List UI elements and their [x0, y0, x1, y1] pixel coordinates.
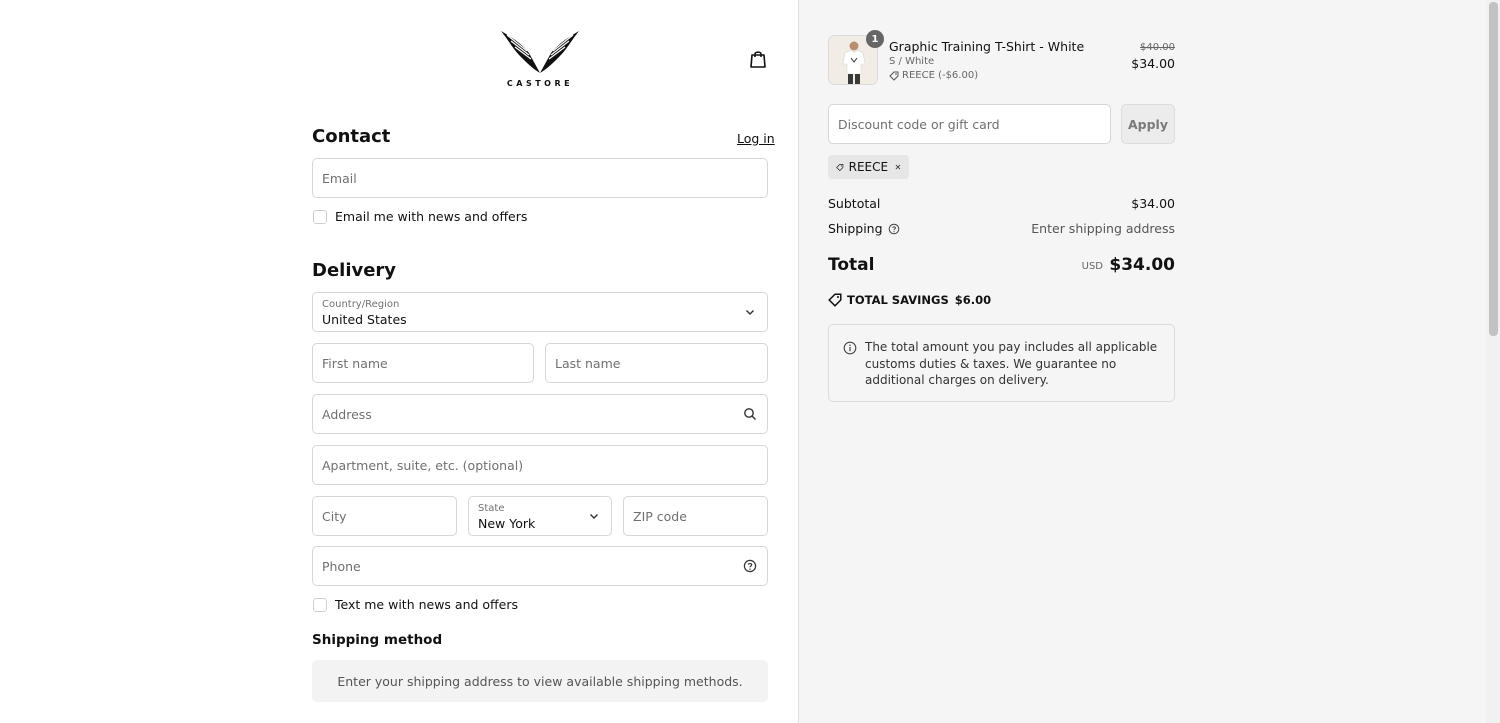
last-name-input[interactable] — [546, 344, 767, 382]
applied-discount-chip: REECE — [828, 155, 909, 179]
address-field[interactable] — [312, 394, 768, 434]
shipping-method-heading: Shipping method — [312, 632, 443, 648]
email-optin-checkbox[interactable] — [313, 209, 327, 224]
tag-icon — [836, 163, 844, 171]
shipping-value: Enter shipping address — [1031, 221, 1175, 236]
sms-optin-label: Text me with news and offers — [335, 597, 519, 612]
first-name-field[interactable] — [312, 343, 534, 383]
zip-input[interactable] — [624, 497, 767, 535]
email-optin-label: Email me with news and offers — [335, 209, 528, 224]
close-icon[interactable] — [895, 162, 901, 172]
chevron-down-icon — [590, 514, 598, 519]
checkout-form-panel: CASTORE Contact Log in Email me with new… — [0, 0, 798, 723]
chevron-down-icon — [746, 310, 754, 315]
sms-optin-row[interactable]: Text me with news and offers — [313, 597, 518, 612]
shipping-row-label: Shipping — [828, 221, 900, 236]
sms-optin-checkbox[interactable] — [313, 597, 327, 612]
subtotal-value: $34.00 — [1131, 196, 1175, 211]
subtotal-label: Subtotal — [828, 196, 881, 211]
product-title: Graphic Training T-Shirt - White — [889, 39, 1085, 54]
apartment-field[interactable] — [312, 445, 768, 485]
phone-field[interactable] — [312, 546, 768, 586]
castore-logo[interactable]: CASTORE — [499, 27, 581, 91]
tag-icon — [828, 293, 842, 307]
scrollbar-thumb[interactable] — [1489, 2, 1498, 336]
login-link[interactable]: Log in — [737, 131, 775, 146]
total-currency: USD — [1081, 261, 1103, 272]
phone-input[interactable] — [313, 547, 767, 585]
contact-heading: Contact — [312, 126, 391, 147]
state-label: State — [478, 503, 505, 514]
duties-notice-text: The total amount you pay includes all ap… — [865, 340, 1158, 387]
original-price: $40.00 — [1140, 42, 1175, 53]
country-label: Country/Region — [322, 299, 400, 310]
product-discount-label: REECE (-$6.00) — [902, 70, 979, 81]
info-icon — [843, 341, 857, 355]
last-name-field[interactable] — [545, 343, 768, 383]
shipping-label: Shipping — [828, 221, 883, 236]
help-circle-icon[interactable] — [743, 559, 757, 573]
state-select[interactable]: State New York — [468, 496, 612, 536]
applied-discount-code: REECE — [848, 160, 889, 174]
wings-logo-icon — [501, 31, 579, 73]
total-savings-label: TOTAL SAVINGS — [847, 293, 949, 307]
tag-icon — [889, 71, 899, 81]
bag-icon[interactable] — [749, 49, 767, 69]
country-select[interactable]: Country/Region United States — [312, 292, 768, 332]
duties-notice: The total amount you pay includes all ap… — [828, 324, 1175, 402]
shipping-method-notice: Enter your shipping address to view avai… — [312, 660, 768, 702]
email-field[interactable] — [312, 158, 768, 198]
first-name-input[interactable] — [313, 344, 533, 382]
item-price: $34.00 — [1131, 56, 1175, 71]
total-label: Total — [828, 255, 875, 275]
email-input[interactable] — [313, 159, 767, 197]
apply-button[interactable]: Apply — [1121, 104, 1175, 144]
discount-input[interactable] — [829, 105, 1110, 143]
help-circle-icon[interactable] — [888, 223, 900, 235]
city-field[interactable] — [312, 496, 457, 536]
apartment-input[interactable] — [313, 446, 767, 484]
total-savings-value: $6.00 — [954, 293, 992, 307]
product-discount: REECE (-$6.00) — [889, 70, 978, 81]
search-icon — [744, 408, 756, 420]
discount-field[interactable] — [828, 104, 1111, 144]
city-input[interactable] — [313, 497, 456, 535]
country-value: United States — [322, 312, 407, 327]
email-optin-row[interactable]: Email me with news and offers — [313, 209, 527, 224]
total-savings: TOTAL SAVINGS $6.00 — [828, 293, 991, 307]
brand-wordmark: CASTORE — [506, 79, 574, 88]
state-value: New York — [478, 516, 536, 531]
delivery-heading: Delivery — [312, 260, 397, 281]
zip-field[interactable] — [623, 496, 768, 536]
quantity-badge: 1 — [866, 30, 884, 48]
product-variant: S / White — [889, 56, 935, 67]
address-input[interactable] — [313, 395, 767, 433]
total-value: $34.00 — [1109, 255, 1175, 275]
